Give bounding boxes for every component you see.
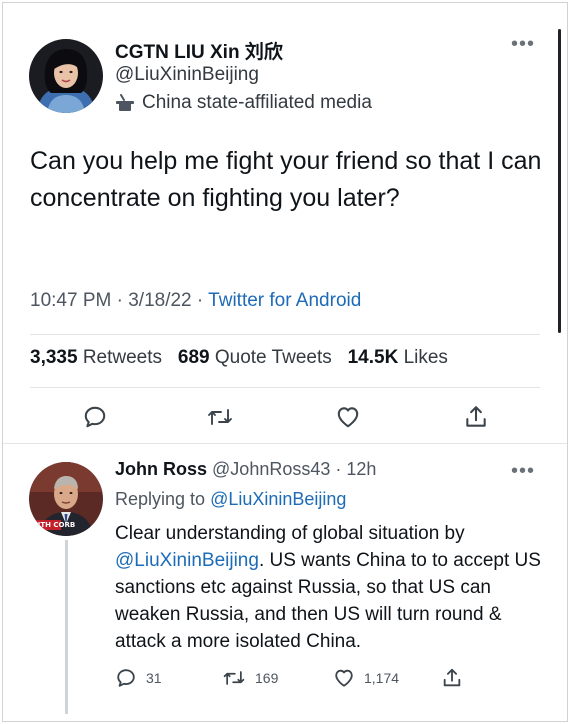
action-bar: [3, 400, 567, 434]
reply-icon: [84, 406, 106, 428]
reply-text-part: Clear understanding of global situation …: [115, 523, 465, 544]
tweet-date[interactable]: 3/18/22: [128, 290, 191, 311]
more-options-icon[interactable]: •••: [511, 461, 535, 481]
retweet-button[interactable]: [203, 400, 237, 434]
mention-link[interactable]: @LiuXininBeijing: [115, 550, 259, 571]
reply-count: 31: [146, 670, 162, 686]
reply-time[interactable]: 12h: [346, 459, 376, 479]
avatar[interactable]: [29, 39, 103, 113]
quote-tweets-stat[interactable]: 689 Quote Tweets: [178, 347, 332, 368]
tweet-time[interactable]: 10:47 PM: [30, 290, 111, 311]
likes-stat[interactable]: 14.5K Likes: [348, 347, 448, 368]
reply-tweet: WITH CORB John Ross @JohnRoss43 · 12h ••…: [3, 444, 567, 721]
main-tweet: CGTN LIU Xin 刘欣 @LiuXininBeijing China s…: [3, 3, 567, 441]
tweet-meta: 10:47 PM · 3/18/22 · Twitter for Android: [30, 290, 361, 312]
tweet-text: Can you help me fight your friend so tha…: [30, 147, 542, 212]
divider: [30, 334, 540, 335]
share-icon: [466, 406, 486, 427]
meta-separator: ·: [335, 459, 342, 479]
like-icon: [337, 407, 359, 428]
screenshot-frame: CGTN LIU Xin 刘欣 @LiuXininBeijing China s…: [2, 2, 568, 722]
state-affiliated-label[interactable]: China state-affiliated media: [115, 92, 372, 114]
avatar-banner-text: WITH CORB: [30, 521, 76, 529]
reply-display-name[interactable]: John Ross: [115, 459, 207, 479]
display-name[interactable]: CGTN LIU Xin 刘欣: [115, 37, 283, 64]
like-icon: [335, 669, 353, 687]
share-button[interactable]: [459, 400, 493, 434]
like-button[interactable]: 1,174: [333, 665, 399, 691]
share-icon: [443, 668, 461, 687]
meta-separator: ·: [116, 290, 123, 311]
reply-button[interactable]: 31: [115, 665, 162, 691]
retweets-stat[interactable]: 3,335 Retweets: [30, 347, 162, 368]
replying-handle-link[interactable]: @LiuXininBeijing: [210, 489, 346, 509]
reply-icon: [117, 669, 135, 687]
share-button[interactable]: [441, 665, 472, 691]
reply-text: Clear understanding of global situation …: [115, 520, 545, 655]
retweet-icon: [208, 409, 232, 425]
handle[interactable]: @LiuXininBeijing: [115, 64, 259, 86]
reply-button[interactable]: [78, 400, 112, 434]
divider: [30, 387, 540, 388]
engagement-stats: 3,335 Retweets 689 Quote Tweets 14.5K Li…: [30, 347, 448, 369]
reply-action-bar: 31 169 1,174: [3, 665, 567, 691]
retweet-button[interactable]: 169: [222, 665, 278, 691]
replying-prefix: Replying to: [115, 489, 206, 509]
avatar[interactable]: WITH CORB: [29, 462, 103, 536]
reply-handle[interactable]: @JohnRoss43: [212, 459, 330, 479]
retweet-count: 169: [255, 670, 279, 686]
meta-separator: ·: [196, 290, 204, 311]
like-count: 1,174: [364, 670, 400, 686]
like-button[interactable]: [331, 400, 365, 434]
more-options-icon[interactable]: •••: [511, 34, 535, 54]
retweet-icon: [223, 671, 245, 685]
tweet-source-link[interactable]: Twitter for Android: [208, 290, 361, 311]
replying-to: Replying to @LiuXininBeijing: [115, 489, 346, 510]
reply-header: John Ross @JohnRoss43 · 12h: [115, 459, 376, 480]
label-text: China state-affiliated media: [142, 92, 372, 113]
podium-icon: [116, 94, 134, 111]
profile-photo-icon: [29, 39, 103, 113]
